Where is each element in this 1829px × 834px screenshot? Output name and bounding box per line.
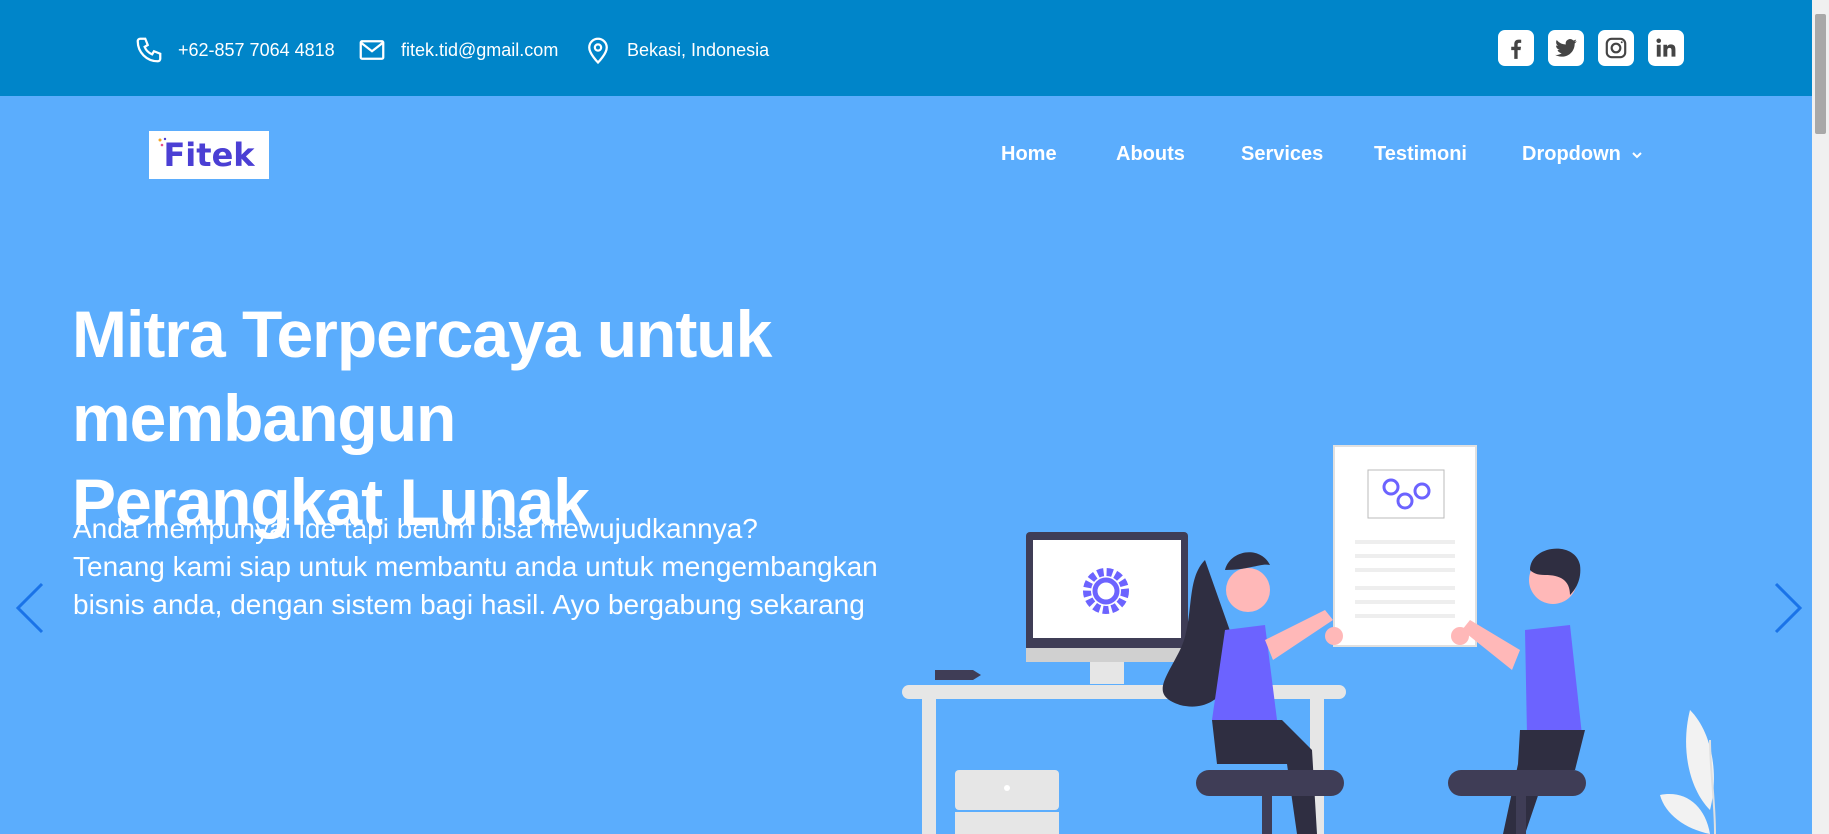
email-contact[interactable]: fitek.tid@gmail.com — [357, 30, 558, 70]
email-address: fitek.tid@gmail.com — [401, 39, 559, 60]
monitor-illustration — [1026, 532, 1188, 684]
logo-text: Fitek — [163, 136, 255, 174]
hero-subtitle-line-2: Tenang kami siap untuk membantu anda unt… — [73, 551, 878, 582]
top-bar: +62-857 7064 4818 fitek.tid@gmail.com Be… — [0, 0, 1812, 96]
phone-number: +62-857 7064 4818 — [178, 39, 335, 60]
hero-subtitle-line-1: Anda mempunyai ide tapi belum bisa mewuj… — [73, 513, 758, 544]
linkedin-icon[interactable] — [1648, 30, 1684, 66]
hero-illustration — [902, 445, 1716, 834]
logo-dots-icon — [158, 137, 167, 147]
map-pin-icon — [583, 35, 613, 65]
phone-contact[interactable]: +62-857 7064 4818 — [134, 30, 335, 70]
nav-dropdown-label: Dropdown — [1522, 143, 1621, 165]
site-logo[interactable]: Fitek — [149, 131, 269, 179]
location-text: Bekasi, Indonesia — [627, 39, 770, 60]
paper-illustration — [1333, 445, 1477, 647]
scrollbar-thumb[interactable] — [1815, 14, 1826, 134]
twitter-icon[interactable] — [1548, 30, 1584, 66]
nav-services[interactable]: Services — [1241, 143, 1323, 166]
chevron-down-icon — [1632, 152, 1642, 159]
page-scrollbar[interactable] — [1812, 0, 1829, 834]
nav-home[interactable]: Home — [1001, 143, 1057, 166]
hero-subtitle-line-3: bisnis anda, dengan sistem bagi hasil. A… — [73, 589, 865, 620]
location-contact: Bekasi, Indonesia — [583, 30, 769, 70]
nav-dropdown[interactable]: Dropdown — [1522, 143, 1643, 166]
nav-abouts[interactable]: Abouts — [1116, 143, 1185, 166]
hero-title-line-1: Mitra Terpercaya untuk membangun — [72, 297, 772, 455]
plant-illustration — [1660, 710, 1716, 834]
carousel-next-icon[interactable] — [1772, 580, 1804, 636]
carousel-prev-icon[interactable] — [14, 580, 46, 636]
nav-testimoni[interactable]: Testimoni — [1374, 143, 1467, 166]
facebook-icon[interactable] — [1498, 30, 1534, 66]
phone-icon — [134, 35, 164, 65]
hero-subtitle: Anda mempunyai ide tapi belum bisa mewuj… — [73, 510, 878, 624]
instagram-icon[interactable] — [1598, 30, 1634, 66]
mail-icon — [357, 35, 387, 65]
